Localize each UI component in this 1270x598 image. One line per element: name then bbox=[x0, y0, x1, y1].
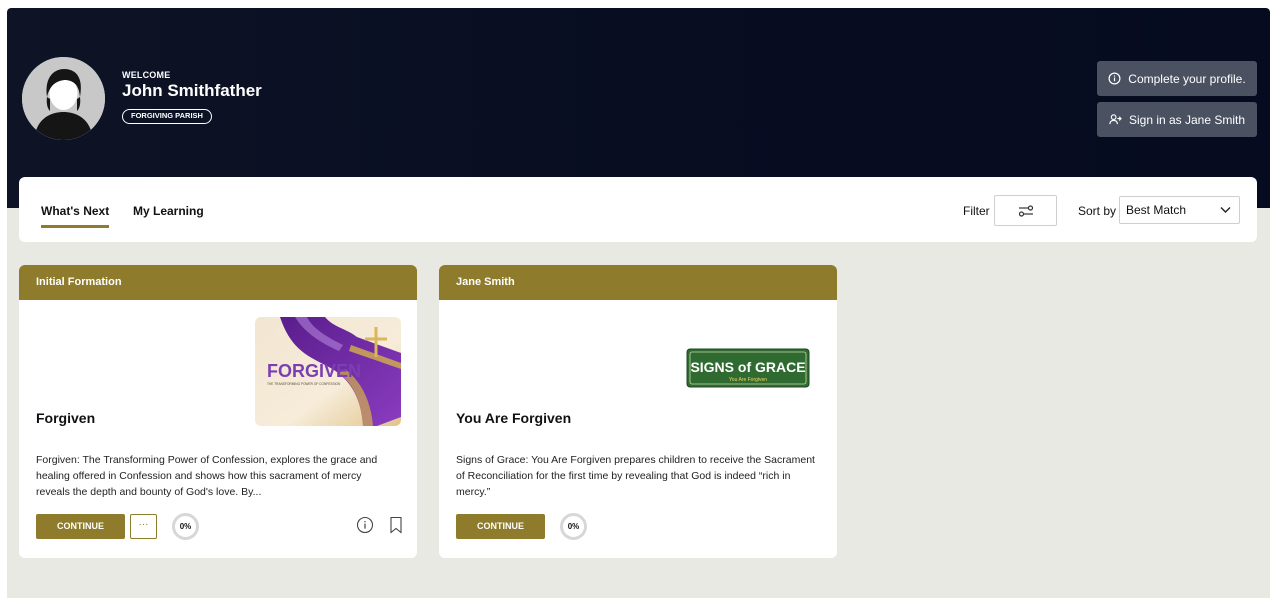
course-description: Forgiven: The Transforming Power of Conf… bbox=[36, 454, 378, 498]
filter-button[interactable] bbox=[994, 195, 1057, 226]
continue-button[interactable]: CONTINUE bbox=[36, 514, 125, 539]
logo-title: SIGNS of GRACE bbox=[690, 359, 805, 375]
continue-button[interactable]: CONTINUE bbox=[456, 514, 545, 539]
sign-in-as-label: Sign in as Jane Smith bbox=[1128, 112, 1246, 127]
parish-badge: FORGIVING PARISH bbox=[122, 109, 212, 124]
info-icon bbox=[1108, 72, 1121, 85]
complete-profile-label: Complete your profile. bbox=[1128, 71, 1246, 86]
info-icon[interactable] bbox=[356, 516, 374, 534]
tab-whats-next[interactable]: What's Next bbox=[41, 204, 110, 228]
user-silhouette-icon bbox=[22, 57, 105, 140]
welcome-label: WELCOME bbox=[122, 70, 171, 80]
sort-value: Best Match bbox=[1126, 203, 1187, 217]
sort-label: Sort by bbox=[1078, 204, 1117, 218]
sign-in-as-button[interactable]: Sign in as Jane Smith bbox=[1097, 102, 1257, 137]
course-card: Initial Formation FORGIVEN THE TRANSFORM… bbox=[19, 265, 417, 558]
more-options-button[interactable]: ··· bbox=[130, 514, 157, 539]
thumbnail-subtitle: THE TRANSFORMING POWER OF CONFESSION bbox=[267, 382, 341, 386]
chevron-down-icon bbox=[1220, 207, 1231, 213]
course-thumbnail[interactable]: SIGNS of GRACE You Are Forgiven bbox=[686, 348, 810, 388]
progress-indicator: 0% bbox=[172, 513, 199, 540]
course-title[interactable]: Forgiven bbox=[36, 410, 95, 426]
forgiven-thumbnail-image: FORGIVEN THE TRANSFORMING POWER OF CONFE… bbox=[255, 317, 401, 426]
signs-of-grace-logo: SIGNS of GRACE You Are Forgiven bbox=[686, 348, 810, 388]
logo-subtitle: You Are Forgiven bbox=[729, 377, 767, 383]
bookmark-icon[interactable] bbox=[387, 516, 405, 534]
sort-select[interactable]: Best Match bbox=[1119, 196, 1240, 224]
card-header: Jane Smith bbox=[439, 265, 837, 300]
avatar bbox=[22, 57, 105, 140]
tab-bar: What's Next My Learning Filter Sort by B… bbox=[19, 177, 1257, 242]
page-frame: WELCOME John Smithfather FORGIVING PARIS… bbox=[7, 8, 1270, 598]
course-card: Jane Smith SIGNS of GRACE You Are Forgiv… bbox=[439, 265, 837, 558]
switch-user-icon bbox=[1109, 114, 1122, 125]
course-description: Signs of Grace: You Are Forgiven prepare… bbox=[456, 454, 815, 498]
complete-profile-button[interactable]: Complete your profile. bbox=[1097, 61, 1257, 96]
tab-my-learning[interactable]: My Learning bbox=[133, 204, 204, 218]
course-title[interactable]: You Are Forgiven bbox=[456, 410, 571, 426]
user-name: John Smithfather bbox=[122, 81, 262, 100]
progress-indicator: 0% bbox=[560, 513, 587, 540]
card-header: Initial Formation bbox=[19, 265, 417, 300]
course-thumbnail[interactable]: FORGIVEN THE TRANSFORMING POWER OF CONFE… bbox=[255, 317, 401, 426]
sliders-icon bbox=[1018, 204, 1033, 217]
filter-label: Filter bbox=[963, 204, 990, 218]
thumbnail-title: FORGIVEN bbox=[267, 361, 361, 381]
